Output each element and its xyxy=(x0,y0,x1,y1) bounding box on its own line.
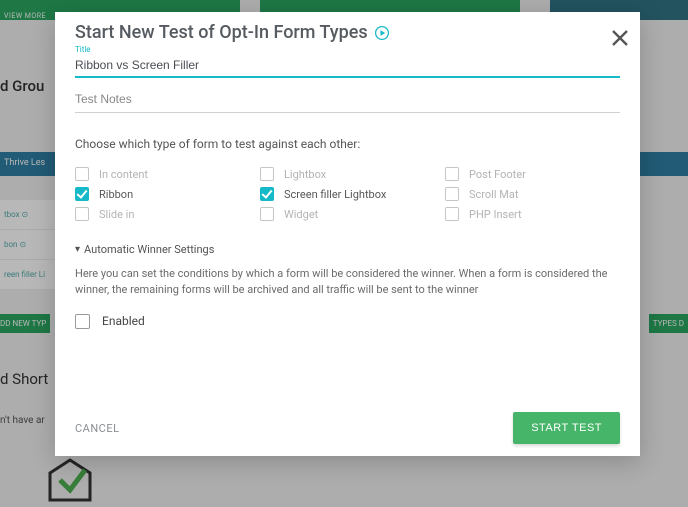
option-screen-filler[interactable]: Screen filler Lightbox xyxy=(260,187,435,201)
option-label: Post Footer xyxy=(469,168,526,181)
play-circle-icon[interactable] xyxy=(374,25,390,41)
option-label: In content xyxy=(99,168,148,181)
option-label: Ribbon xyxy=(99,188,133,201)
chevron-down-icon: ▾ xyxy=(75,244,80,255)
enabled-row[interactable]: Enabled xyxy=(75,314,620,329)
option-lightbox[interactable]: Lightbox xyxy=(260,167,435,181)
enabled-checkbox[interactable] xyxy=(75,314,90,329)
title-label: Title xyxy=(75,45,620,54)
option-php-insert[interactable]: PHP Insert xyxy=(445,207,620,221)
option-ribbon[interactable]: Ribbon xyxy=(75,187,250,201)
option-label: PHP Insert xyxy=(469,208,522,221)
aws-description: Here you can set the conditions by which… xyxy=(75,266,620,298)
notes-input[interactable] xyxy=(75,78,620,113)
option-label: Scroll Mat xyxy=(469,188,518,201)
option-scroll-mat[interactable]: Scroll Mat xyxy=(445,187,620,201)
option-widget[interactable]: Widget xyxy=(260,207,435,221)
close-icon[interactable] xyxy=(610,28,630,48)
option-label: Lightbox xyxy=(284,168,326,181)
aws-disclosure-label: Automatic Winner Settings xyxy=(84,243,214,256)
form-type-grid: In content Lightbox Post Footer Ribbon S… xyxy=(75,167,620,221)
option-in-content[interactable]: In content xyxy=(75,167,250,181)
option-label: Screen filler Lightbox xyxy=(284,188,386,201)
modal-heading-text: Start New Test of Opt-In Form Types xyxy=(75,22,368,43)
start-test-button[interactable]: START TEST xyxy=(513,412,620,444)
modal-footer: CANCEL START TEST xyxy=(75,402,620,444)
enabled-label: Enabled xyxy=(102,314,145,328)
option-label: Widget xyxy=(284,208,318,221)
modal: Start New Test of Opt-In Form Types Titl… xyxy=(55,12,640,456)
choose-text: Choose which type of form to test agains… xyxy=(75,137,620,151)
modal-heading: Start New Test of Opt-In Form Types xyxy=(75,22,620,43)
option-post-footer[interactable]: Post Footer xyxy=(445,167,620,181)
option-slide-in[interactable]: Slide in xyxy=(75,207,250,221)
title-input[interactable] xyxy=(75,54,620,78)
cancel-button[interactable]: CANCEL xyxy=(75,422,120,435)
option-label: Slide in xyxy=(99,208,134,221)
aws-disclosure[interactable]: ▾ Automatic Winner Settings xyxy=(75,243,620,256)
